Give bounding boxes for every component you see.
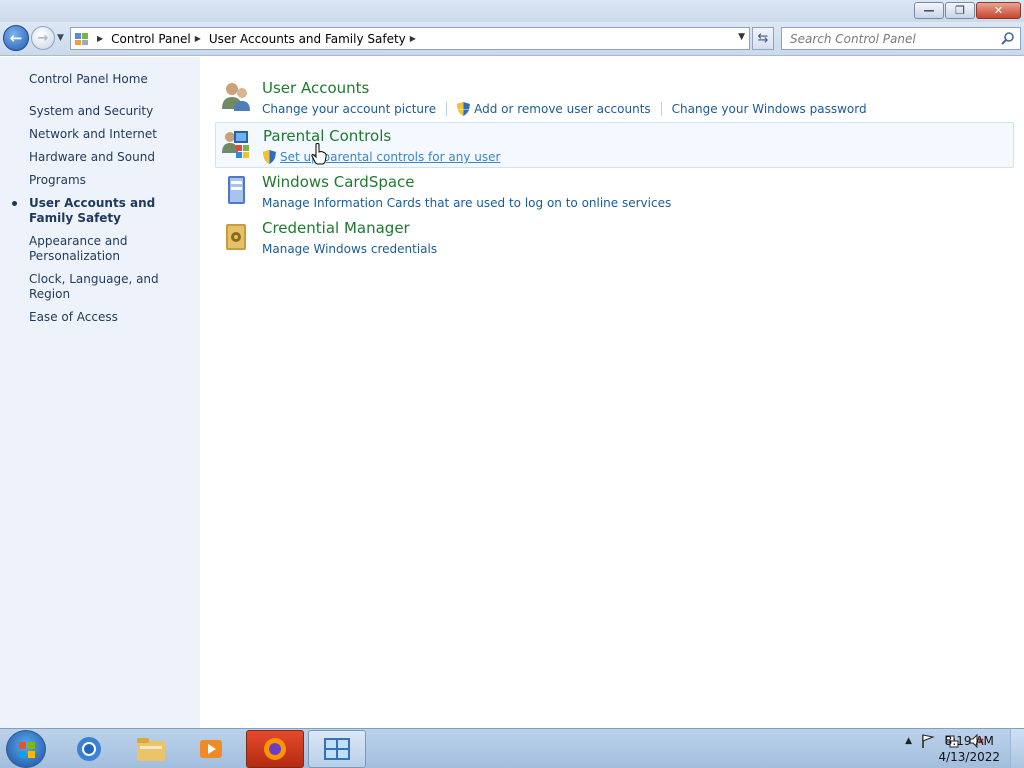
navigation-bar: ← → ▼ ▶ Control Panel ▶ User Accounts an…	[0, 22, 1024, 56]
refresh-icon: ⇆	[757, 31, 769, 46]
link-separator	[446, 102, 448, 116]
category-user-accounts: User Accounts Change your account pictur…	[215, 75, 1014, 121]
sidebar-category-list: System and Security Network and Internet…	[12, 104, 194, 333]
sidebar-item-appearance[interactable]: Appearance and Personalization	[29, 234, 194, 264]
category-title[interactable]: Credential Manager	[262, 219, 410, 237]
manage-windows-credentials-link[interactable]: Manage Windows credentials	[262, 242, 437, 256]
firefox-icon	[264, 738, 286, 760]
manage-information-cards-link[interactable]: Manage Information Cards that are used t…	[262, 196, 671, 210]
category-windows-cardspace: Windows CardSpace Manage Information Car…	[215, 169, 1014, 215]
sidebar-item-ease-of-access[interactable]: Ease of Access	[29, 310, 194, 325]
taskbar-control-panel[interactable]	[308, 730, 366, 768]
restore-button[interactable]: ❐	[945, 2, 975, 19]
control-panel-home-link[interactable]: Control Panel Home	[29, 72, 148, 86]
category-links: Manage Information Cards that are used t…	[262, 196, 671, 210]
category-links: Set up parental controls for any user	[263, 150, 500, 164]
search-icon[interactable]	[1000, 31, 1016, 47]
uac-shield-icon	[457, 102, 471, 116]
breadcrumb-user-accounts[interactable]: User Accounts and Family Safety	[209, 32, 406, 46]
sidebar-item-hardware-sound[interactable]: Hardware and Sound	[29, 150, 194, 165]
search-box[interactable]	[781, 27, 1021, 50]
taskbar-chrome[interactable]	[60, 730, 118, 768]
parental-controls-icon	[222, 131, 249, 158]
category-title[interactable]: Windows CardSpace	[262, 173, 415, 191]
restore-icon: ❐	[955, 4, 965, 17]
sidebar-item-label: User Accounts and Family Safety	[29, 196, 156, 225]
action-center-flag-icon[interactable]	[920, 733, 936, 749]
show-desktop-button[interactable]	[1010, 729, 1024, 768]
file-explorer-icon	[137, 738, 165, 761]
uac-shield-icon	[263, 150, 276, 164]
taskbar: ▲ 8:19 AM 4/13/2022	[0, 728, 1024, 768]
clock-date: 4/13/2022	[938, 750, 1000, 764]
forward-arrow-icon: →	[37, 30, 49, 46]
link-label: Add or remove user accounts	[474, 102, 651, 116]
sidebar-item-network-internet[interactable]: Network and Internet	[29, 127, 194, 142]
recent-pages-dropdown-icon[interactable]: ▼	[57, 33, 64, 43]
setup-parental-controls-link[interactable]: Set up parental controls for any user	[263, 150, 500, 164]
category-title[interactable]: Parental Controls	[263, 127, 391, 145]
category-links: Change your account picture Add or remov…	[262, 102, 867, 116]
control-panel-icon	[324, 738, 350, 760]
sidebar-item-clock-language-region[interactable]: Clock, Language, and Region	[29, 272, 194, 302]
show-hidden-icons-icon[interactable]: ▲	[905, 736, 912, 746]
hand-cursor-icon	[311, 143, 327, 165]
category-credential-manager: Credential Manager Manage Windows creden…	[215, 215, 1014, 261]
taskbar-media-player[interactable]	[182, 730, 240, 768]
back-arrow-icon: ←	[9, 29, 23, 47]
taskbar-clock[interactable]: 8:19 AM 4/13/2022	[938, 733, 1000, 765]
sidebar-item-user-accounts[interactable]: User Accounts and Family Safety	[12, 196, 194, 226]
credential-vault-icon	[226, 224, 246, 250]
sidebar-item-system-security[interactable]: System and Security	[29, 104, 194, 119]
minimize-button[interactable]: —	[914, 2, 944, 19]
sidebar-item-programs[interactable]: Programs	[29, 173, 194, 188]
left-navigation-pane: Control Panel Home System and Security N…	[0, 57, 200, 728]
cardspace-icon	[228, 176, 245, 204]
clock-time: 8:19 AM	[944, 734, 994, 748]
breadcrumb-separator-icon[interactable]: ▶	[410, 34, 416, 43]
add-remove-accounts-link[interactable]: Add or remove user accounts	[457, 102, 651, 116]
change-account-picture-link[interactable]: Change your account picture	[262, 102, 436, 116]
users-icon	[222, 83, 250, 111]
back-button[interactable]: ←	[3, 25, 29, 51]
category-parental-controls: Parental Controls Set up parental contro…	[215, 122, 1014, 168]
category-title[interactable]: User Accounts	[262, 79, 369, 97]
search-input[interactable]	[782, 28, 992, 49]
refresh-button[interactable]: ⇆	[752, 27, 774, 50]
taskbar-firefox[interactable]	[246, 730, 304, 768]
close-button[interactable]: ✕	[976, 2, 1021, 19]
breadcrumb-control-panel[interactable]: Control Panel	[111, 32, 191, 46]
close-icon: ✕	[993, 4, 1004, 17]
caption-buttons: — ❐ ✕	[914, 2, 1021, 19]
forward-button[interactable]: →	[31, 26, 55, 50]
breadcrumb-separator-icon[interactable]: ▶	[97, 34, 103, 43]
active-bullet-icon	[12, 201, 17, 206]
address-bar[interactable]: ▶ Control Panel ▶ User Accounts and Fami…	[70, 27, 750, 50]
address-history-dropdown-icon[interactable]: ▼	[738, 32, 745, 42]
category-links: Manage Windows credentials	[262, 242, 437, 256]
media-player-icon	[200, 740, 222, 758]
windows-logo-icon	[19, 742, 35, 758]
chrome-icon	[77, 737, 101, 761]
breadcrumb-separator-icon[interactable]: ▶	[195, 34, 201, 43]
control-panel-small-icon	[71, 28, 93, 49]
link-separator	[660, 102, 662, 116]
window-title-bar: — ❐ ✕	[0, 0, 1024, 22]
start-button[interactable]	[6, 730, 46, 768]
change-password-link[interactable]: Change your Windows password	[672, 102, 867, 116]
minimize-icon: —	[923, 4, 935, 17]
taskbar-file-explorer[interactable]	[122, 730, 180, 768]
